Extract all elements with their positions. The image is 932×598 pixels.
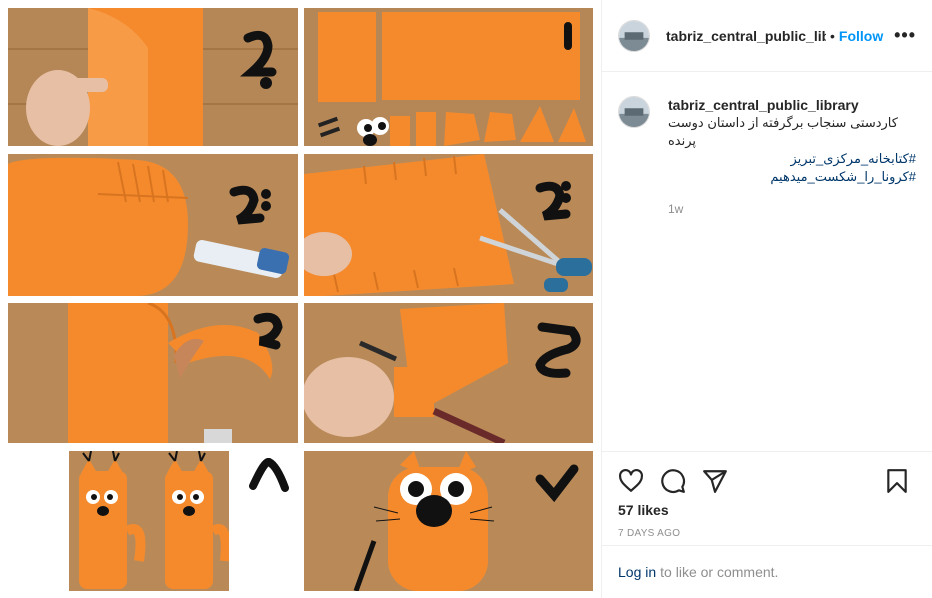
caption-username[interactable]: tabriz_central_public_library — [668, 96, 916, 114]
step-8-number — [247, 458, 291, 494]
follow-button[interactable]: Follow — [839, 28, 883, 44]
step-3-photo — [304, 154, 593, 296]
paper-plane-icon[interactable] — [702, 468, 728, 494]
step-7-photo — [304, 451, 593, 591]
login-prompt-text: to like or comment. — [660, 564, 779, 580]
bookmark-icon[interactable] — [884, 468, 910, 494]
comment-bubble-icon[interactable] — [660, 468, 686, 494]
hashtag-link[interactable]: #کرونا_را_شکست_میدهیم — [668, 168, 916, 186]
hashtag-link[interactable]: #کتابخانه_مرکزی_تبریز — [668, 150, 917, 168]
step-2-photo — [8, 8, 298, 146]
likes-count[interactable]: 57 likes — [602, 500, 932, 518]
login-prompt: Log in to like or comment. — [602, 545, 932, 598]
header-separator: • — [830, 27, 835, 44]
login-link[interactable]: Log in — [618, 564, 656, 580]
avatar[interactable] — [618, 96, 650, 128]
comment-timestamp[interactable]: 1w — [668, 200, 916, 218]
post-details-panel: tabriz_central_public_library • Follow •… — [601, 0, 932, 598]
caption-body: tabriz_central_public_library کاردستی سن… — [668, 96, 916, 218]
step-1-photo — [304, 8, 593, 146]
post-timestamp[interactable]: 7 DAYS AGO — [602, 518, 932, 539]
header-username[interactable]: tabriz_central_public_library — [666, 28, 826, 44]
action-bar: 57 likes 7 DAYS AGO — [602, 451, 932, 539]
step-8-photo — [69, 451, 229, 591]
post-image-collage — [0, 0, 601, 598]
step-5-photo — [304, 303, 593, 443]
caption-text: کاردستی سنجاب برگرفته از داستان دوست پرن… — [668, 115, 898, 148]
heart-icon[interactable] — [618, 468, 644, 494]
step-6-photo — [8, 303, 298, 443]
caption-comment: tabriz_central_public_library کاردستی سن… — [602, 72, 932, 218]
step-4-photo — [8, 154, 298, 296]
post-header: tabriz_central_public_library • Follow •… — [602, 0, 932, 72]
more-options-icon[interactable]: ••• — [894, 25, 916, 46]
avatar[interactable] — [618, 19, 650, 52]
